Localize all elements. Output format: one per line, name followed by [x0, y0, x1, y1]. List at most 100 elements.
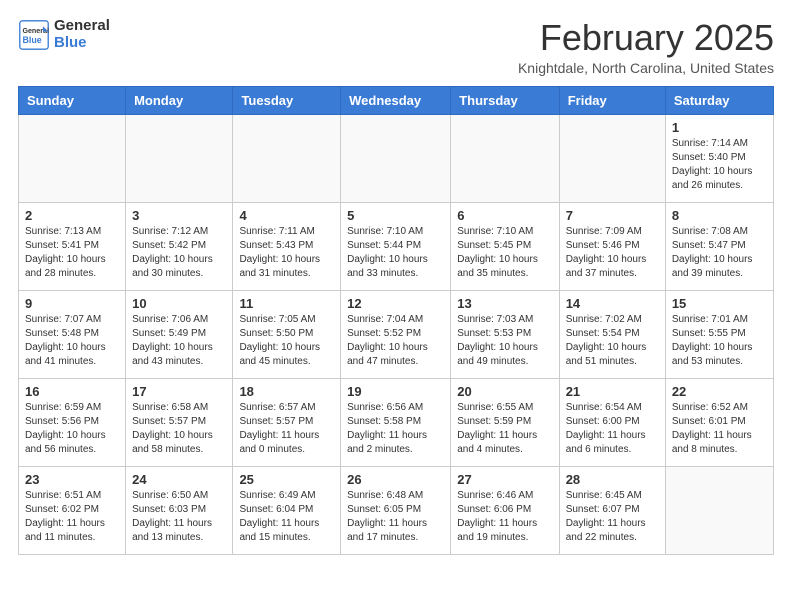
day-info: Sunrise: 6:50 AM Sunset: 6:03 PM Dayligh…: [132, 489, 226, 545]
logo-blue: Blue: [54, 35, 110, 52]
col-header-sunday: Sunday: [19, 86, 126, 114]
day-number: 1: [672, 120, 767, 135]
calendar-cell: 8 Sunrise: 7:08 AM Sunset: 5:47 PM Daylig…: [665, 202, 773, 290]
day-info: Sunrise: 6:46 AM Sunset: 6:06 PM Dayligh…: [457, 489, 552, 545]
col-header-tuesday: Tuesday: [233, 86, 341, 114]
day-info: Sunrise: 6:59 AM Sunset: 5:56 PM Dayligh…: [25, 401, 119, 457]
calendar-cell: 7 Sunrise: 7:09 AM Sunset: 5:46 PM Daylig…: [559, 202, 665, 290]
day-number: 21: [566, 384, 659, 399]
calendar-cell: 16 Sunrise: 6:59 AM Sunset: 5:56 PM Dayli…: [19, 378, 126, 466]
day-info: Sunrise: 6:49 AM Sunset: 6:04 PM Dayligh…: [239, 489, 334, 545]
day-info: Sunrise: 6:48 AM Sunset: 6:05 PM Dayligh…: [347, 489, 444, 545]
day-number: 20: [457, 384, 552, 399]
day-info: Sunrise: 7:01 AM Sunset: 5:55 PM Dayligh…: [672, 313, 767, 369]
day-number: 6: [457, 208, 552, 223]
day-number: 17: [132, 384, 226, 399]
day-info: Sunrise: 7:03 AM Sunset: 5:53 PM Dayligh…: [457, 313, 552, 369]
day-number: 12: [347, 296, 444, 311]
col-header-monday: Monday: [126, 86, 233, 114]
day-number: 11: [239, 296, 334, 311]
day-info: Sunrise: 7:05 AM Sunset: 5:50 PM Dayligh…: [239, 313, 334, 369]
day-number: 23: [25, 472, 119, 487]
day-number: 4: [239, 208, 334, 223]
logo: General Blue General Blue: [18, 18, 110, 51]
calendar-cell: 1 Sunrise: 7:14 AM Sunset: 5:40 PM Daylig…: [665, 114, 773, 202]
day-info: Sunrise: 7:13 AM Sunset: 5:41 PM Dayligh…: [25, 225, 119, 281]
header: General Blue General Blue February 2025 …: [18, 18, 774, 76]
calendar-cell: 6 Sunrise: 7:10 AM Sunset: 5:45 PM Daylig…: [451, 202, 559, 290]
day-number: 27: [457, 472, 552, 487]
calendar-cell: 5 Sunrise: 7:10 AM Sunset: 5:44 PM Daylig…: [341, 202, 451, 290]
location: Knightdale, North Carolina, United State…: [518, 60, 774, 76]
day-info: Sunrise: 7:10 AM Sunset: 5:45 PM Dayligh…: [457, 225, 552, 281]
page: General Blue General Blue February 2025 …: [0, 0, 792, 573]
day-number: 28: [566, 472, 659, 487]
day-number: 24: [132, 472, 226, 487]
day-info: Sunrise: 6:51 AM Sunset: 6:02 PM Dayligh…: [25, 489, 119, 545]
calendar-cell: 15 Sunrise: 7:01 AM Sunset: 5:55 PM Dayli…: [665, 290, 773, 378]
calendar-cell: 11 Sunrise: 7:05 AM Sunset: 5:50 PM Dayli…: [233, 290, 341, 378]
day-number: 19: [347, 384, 444, 399]
day-info: Sunrise: 7:08 AM Sunset: 5:47 PM Dayligh…: [672, 225, 767, 281]
calendar-cell: 14 Sunrise: 7:02 AM Sunset: 5:54 PM Dayli…: [559, 290, 665, 378]
calendar-cell: [341, 114, 451, 202]
calendar-cell: 21 Sunrise: 6:54 AM Sunset: 6:00 PM Dayli…: [559, 378, 665, 466]
day-info: Sunrise: 7:07 AM Sunset: 5:48 PM Dayligh…: [25, 313, 119, 369]
day-info: Sunrise: 7:06 AM Sunset: 5:49 PM Dayligh…: [132, 313, 226, 369]
day-number: 2: [25, 208, 119, 223]
calendar-cell: [233, 114, 341, 202]
calendar-cell: 23 Sunrise: 6:51 AM Sunset: 6:02 PM Dayli…: [19, 466, 126, 554]
month-title: February 2025: [518, 18, 774, 58]
day-info: Sunrise: 6:54 AM Sunset: 6:00 PM Dayligh…: [566, 401, 659, 457]
day-info: Sunrise: 6:52 AM Sunset: 6:01 PM Dayligh…: [672, 401, 767, 457]
day-info: Sunrise: 7:11 AM Sunset: 5:43 PM Dayligh…: [239, 225, 334, 281]
week-row-4: 16 Sunrise: 6:59 AM Sunset: 5:56 PM Dayli…: [19, 378, 774, 466]
day-info: Sunrise: 6:56 AM Sunset: 5:58 PM Dayligh…: [347, 401, 444, 457]
day-info: Sunrise: 6:57 AM Sunset: 5:57 PM Dayligh…: [239, 401, 334, 457]
day-number: 10: [132, 296, 226, 311]
day-number: 25: [239, 472, 334, 487]
day-number: 9: [25, 296, 119, 311]
calendar-cell: 2 Sunrise: 7:13 AM Sunset: 5:41 PM Daylig…: [19, 202, 126, 290]
day-info: Sunrise: 7:09 AM Sunset: 5:46 PM Dayligh…: [566, 225, 659, 281]
day-info: Sunrise: 7:12 AM Sunset: 5:42 PM Dayligh…: [132, 225, 226, 281]
day-info: Sunrise: 6:45 AM Sunset: 6:07 PM Dayligh…: [566, 489, 659, 545]
calendar-cell: 25 Sunrise: 6:49 AM Sunset: 6:04 PM Dayli…: [233, 466, 341, 554]
day-number: 3: [132, 208, 226, 223]
day-info: Sunrise: 7:14 AM Sunset: 5:40 PM Dayligh…: [672, 137, 767, 193]
day-info: Sunrise: 7:02 AM Sunset: 5:54 PM Dayligh…: [566, 313, 659, 369]
calendar-cell: [559, 114, 665, 202]
calendar-cell: [19, 114, 126, 202]
calendar-cell: [126, 114, 233, 202]
col-header-thursday: Thursday: [451, 86, 559, 114]
calendar-cell: 22Sunrise: 6:52 AM Sunset: 6:01 PM Dayli…: [665, 378, 773, 466]
calendar-cell: [665, 466, 773, 554]
day-number: 14: [566, 296, 659, 311]
day-info: Sunrise: 7:04 AM Sunset: 5:52 PM Dayligh…: [347, 313, 444, 369]
day-number: 8: [672, 208, 767, 223]
week-row-2: 2 Sunrise: 7:13 AM Sunset: 5:41 PM Daylig…: [19, 202, 774, 290]
day-number: 7: [566, 208, 659, 223]
week-row-5: 23 Sunrise: 6:51 AM Sunset: 6:02 PM Dayli…: [19, 466, 774, 554]
col-header-saturday: Saturday: [665, 86, 773, 114]
day-number: 26: [347, 472, 444, 487]
day-number: 13: [457, 296, 552, 311]
calendar-cell: 27 Sunrise: 6:46 AM Sunset: 6:06 PM Dayli…: [451, 466, 559, 554]
calendar-cell: 4 Sunrise: 7:11 AM Sunset: 5:43 PM Daylig…: [233, 202, 341, 290]
title-block: February 2025 Knightdale, North Carolina…: [518, 18, 774, 76]
col-header-friday: Friday: [559, 86, 665, 114]
calendar-cell: 10 Sunrise: 7:06 AM Sunset: 5:49 PM Dayli…: [126, 290, 233, 378]
col-header-wednesday: Wednesday: [341, 86, 451, 114]
logo-general: General: [54, 18, 110, 35]
calendar: SundayMondayTuesdayWednesdayThursdayFrid…: [18, 86, 774, 555]
calendar-header-row: SundayMondayTuesdayWednesdayThursdayFrid…: [19, 86, 774, 114]
day-number: 15: [672, 296, 767, 311]
day-info: Sunrise: 6:58 AM Sunset: 5:57 PM Dayligh…: [132, 401, 226, 457]
calendar-cell: 9 Sunrise: 7:07 AM Sunset: 5:48 PM Daylig…: [19, 290, 126, 378]
day-number: 5: [347, 208, 444, 223]
week-row-1: 1 Sunrise: 7:14 AM Sunset: 5:40 PM Daylig…: [19, 114, 774, 202]
day-number: 18: [239, 384, 334, 399]
day-info: Sunrise: 7:10 AM Sunset: 5:44 PM Dayligh…: [347, 225, 444, 281]
calendar-cell: 3 Sunrise: 7:12 AM Sunset: 5:42 PM Daylig…: [126, 202, 233, 290]
day-number: 16: [25, 384, 119, 399]
